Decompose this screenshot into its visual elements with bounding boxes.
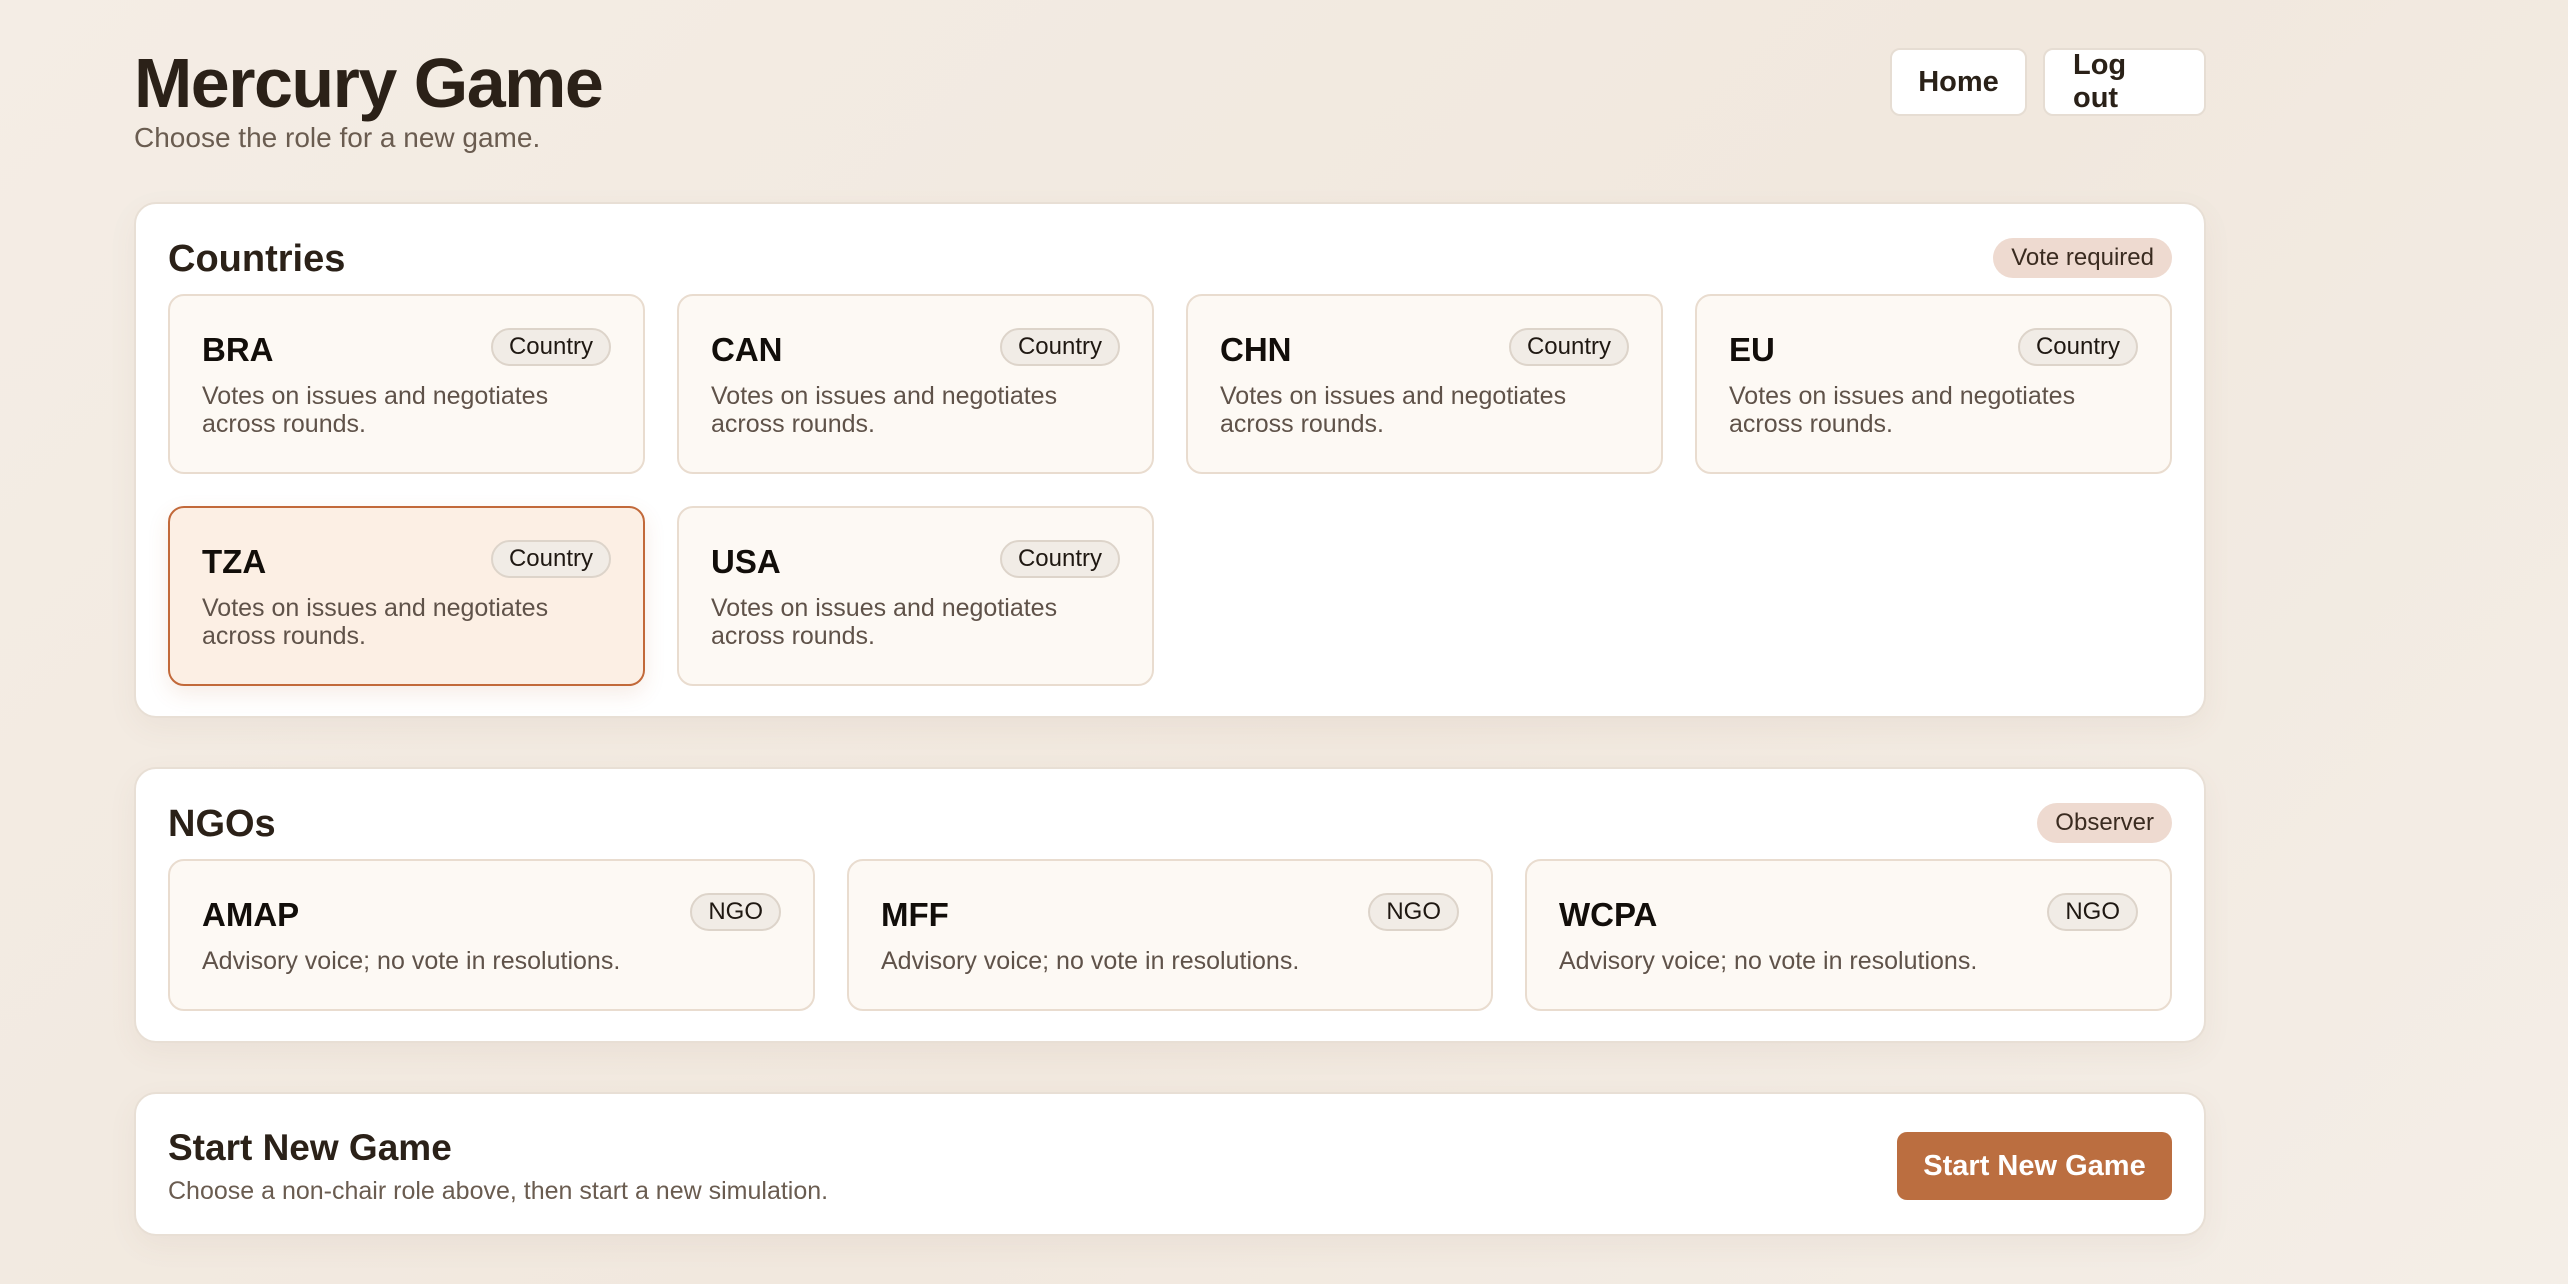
role-card-wcpa[interactable]: WCPA NGO Advisory voice; no vote in reso… bbox=[1525, 859, 2172, 1011]
start-game-panel: Start New Game Choose a non-chair role a… bbox=[134, 1092, 2206, 1236]
start-game-description: Choose a non-chair role above, then star… bbox=[168, 1177, 829, 1205]
role-card-tza[interactable]: TZA Country Votes on issues and negotiat… bbox=[168, 506, 645, 686]
start-new-game-button[interactable]: Start New Game bbox=[1897, 1132, 2172, 1200]
page-title: Mercury Game bbox=[134, 44, 604, 122]
page-subtitle: Choose the role for a new game. bbox=[134, 122, 541, 153]
page: Mercury Game Choose the role for a new g… bbox=[134, 0, 2206, 1236]
role-tag: Country bbox=[1508, 328, 1629, 366]
role-description: Votes on issues and negotiates across ro… bbox=[711, 594, 1058, 650]
role-tag: Country bbox=[999, 328, 1120, 366]
top-nav: Home Log out bbox=[1890, 48, 2206, 116]
role-name: TZA bbox=[202, 543, 267, 580]
logout-button[interactable]: Log out bbox=[2043, 48, 2206, 116]
ngos-panel: NGOs Observer AMAP NGO Advisory voice; n… bbox=[134, 767, 2206, 1043]
role-tag: NGO bbox=[1368, 893, 1459, 931]
role-name: MFF bbox=[881, 896, 949, 933]
observer-badge: Observer bbox=[2037, 803, 2172, 843]
role-description: Advisory voice; no vote in resolutions. bbox=[202, 947, 621, 975]
role-description: Votes on issues and negotiates across ro… bbox=[202, 594, 549, 650]
role-tag: Country bbox=[490, 540, 611, 578]
ngos-heading: NGOs bbox=[168, 803, 276, 845]
role-description: Advisory voice; no vote in resolutions. bbox=[1559, 947, 1978, 975]
page-header: Mercury Game Choose the role for a new g… bbox=[134, 0, 2206, 200]
home-button[interactable]: Home bbox=[1890, 48, 2027, 116]
countries-panel: Countries Vote required BRA Country Vote… bbox=[134, 202, 2206, 718]
role-name: EU bbox=[1729, 331, 1775, 368]
role-name: USA bbox=[711, 543, 781, 580]
role-description: Votes on issues and negotiates across ro… bbox=[711, 382, 1058, 438]
role-card-chn[interactable]: CHN Country Votes on issues and negotiat… bbox=[1186, 294, 1663, 474]
role-description: Votes on issues and negotiates across ro… bbox=[202, 382, 549, 438]
role-name: AMAP bbox=[202, 896, 300, 933]
role-card-mff[interactable]: MFF NGO Advisory voice; no vote in resol… bbox=[847, 859, 1493, 1011]
role-description: Votes on issues and negotiates across ro… bbox=[1729, 382, 2076, 438]
role-tag: NGO bbox=[690, 893, 781, 931]
role-name: CHN bbox=[1220, 331, 1292, 368]
role-name: WCPA bbox=[1559, 896, 1658, 933]
countries-heading: Countries bbox=[168, 238, 346, 280]
role-card-usa[interactable]: USA Country Votes on issues and negotiat… bbox=[677, 506, 1154, 686]
role-tag: NGO bbox=[2047, 893, 2138, 931]
role-card-amap[interactable]: AMAP NGO Advisory voice; no vote in reso… bbox=[168, 859, 815, 1011]
role-name: BRA bbox=[202, 331, 274, 368]
role-tag: Country bbox=[999, 540, 1120, 578]
start-game-heading: Start New Game bbox=[168, 1127, 452, 1168]
role-tag: Country bbox=[2017, 328, 2138, 366]
role-description: Votes on issues and negotiates across ro… bbox=[1220, 382, 1567, 438]
role-card-eu[interactable]: EU Country Votes on issues and negotiate… bbox=[1695, 294, 2172, 474]
role-card-can[interactable]: CAN Country Votes on issues and negotiat… bbox=[677, 294, 1154, 474]
role-card-bra[interactable]: BRA Country Votes on issues and negotiat… bbox=[168, 294, 645, 474]
role-name: CAN bbox=[711, 331, 783, 368]
role-description: Advisory voice; no vote in resolutions. bbox=[881, 947, 1300, 975]
role-tag: Country bbox=[490, 328, 611, 366]
vote-required-badge: Vote required bbox=[1993, 238, 2172, 278]
